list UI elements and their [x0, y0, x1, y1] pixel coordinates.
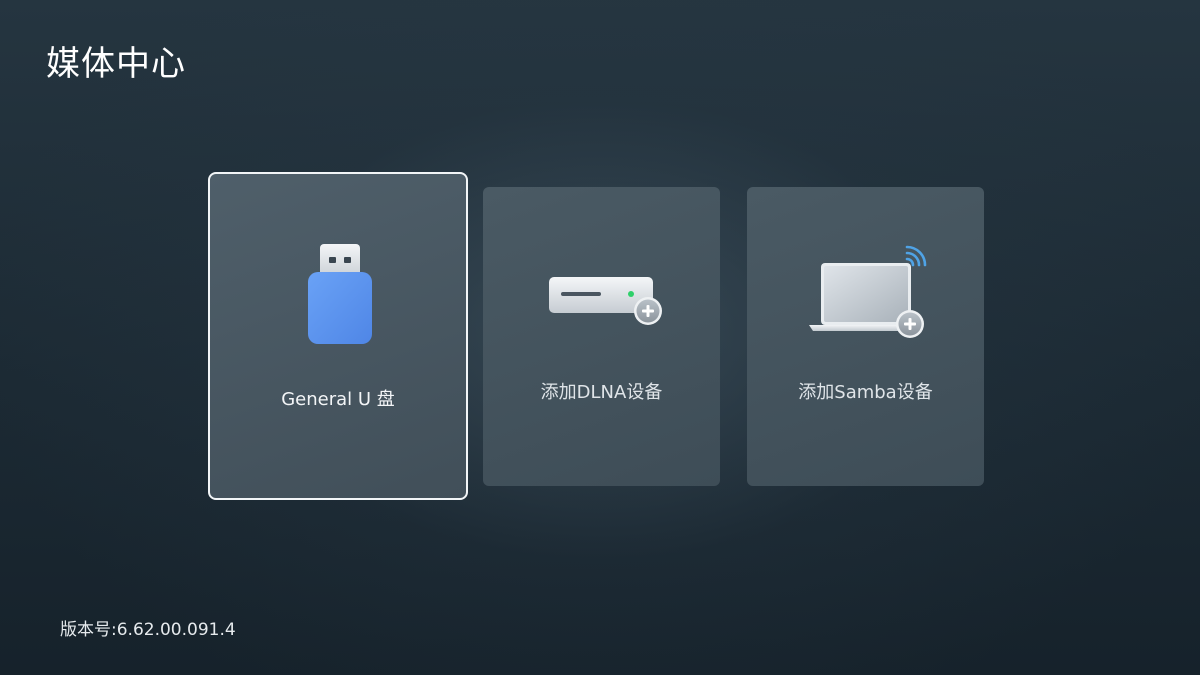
- tile-add-samba-device-label: 添加Samba设备: [798, 382, 933, 403]
- page-title: 媒体中心: [46, 44, 186, 84]
- tile-add-dlna-device-label: 添加DLNA设备: [540, 382, 663, 403]
- tile-add-samba-device[interactable]: 添加Samba设备: [747, 187, 984, 486]
- version-label: 版本号:6.62.00.091.4: [60, 620, 236, 640]
- samba-laptop-add-icon: [809, 245, 927, 338]
- tile-usb-drive[interactable]: General U 盘: [208, 172, 468, 500]
- tile-usb-drive-label: General U 盘: [281, 389, 395, 410]
- dlna-device-add-icon: [549, 277, 662, 325]
- usb-drive-icon: [308, 244, 372, 344]
- tile-add-dlna-device[interactable]: 添加DLNA设备: [483, 187, 720, 486]
